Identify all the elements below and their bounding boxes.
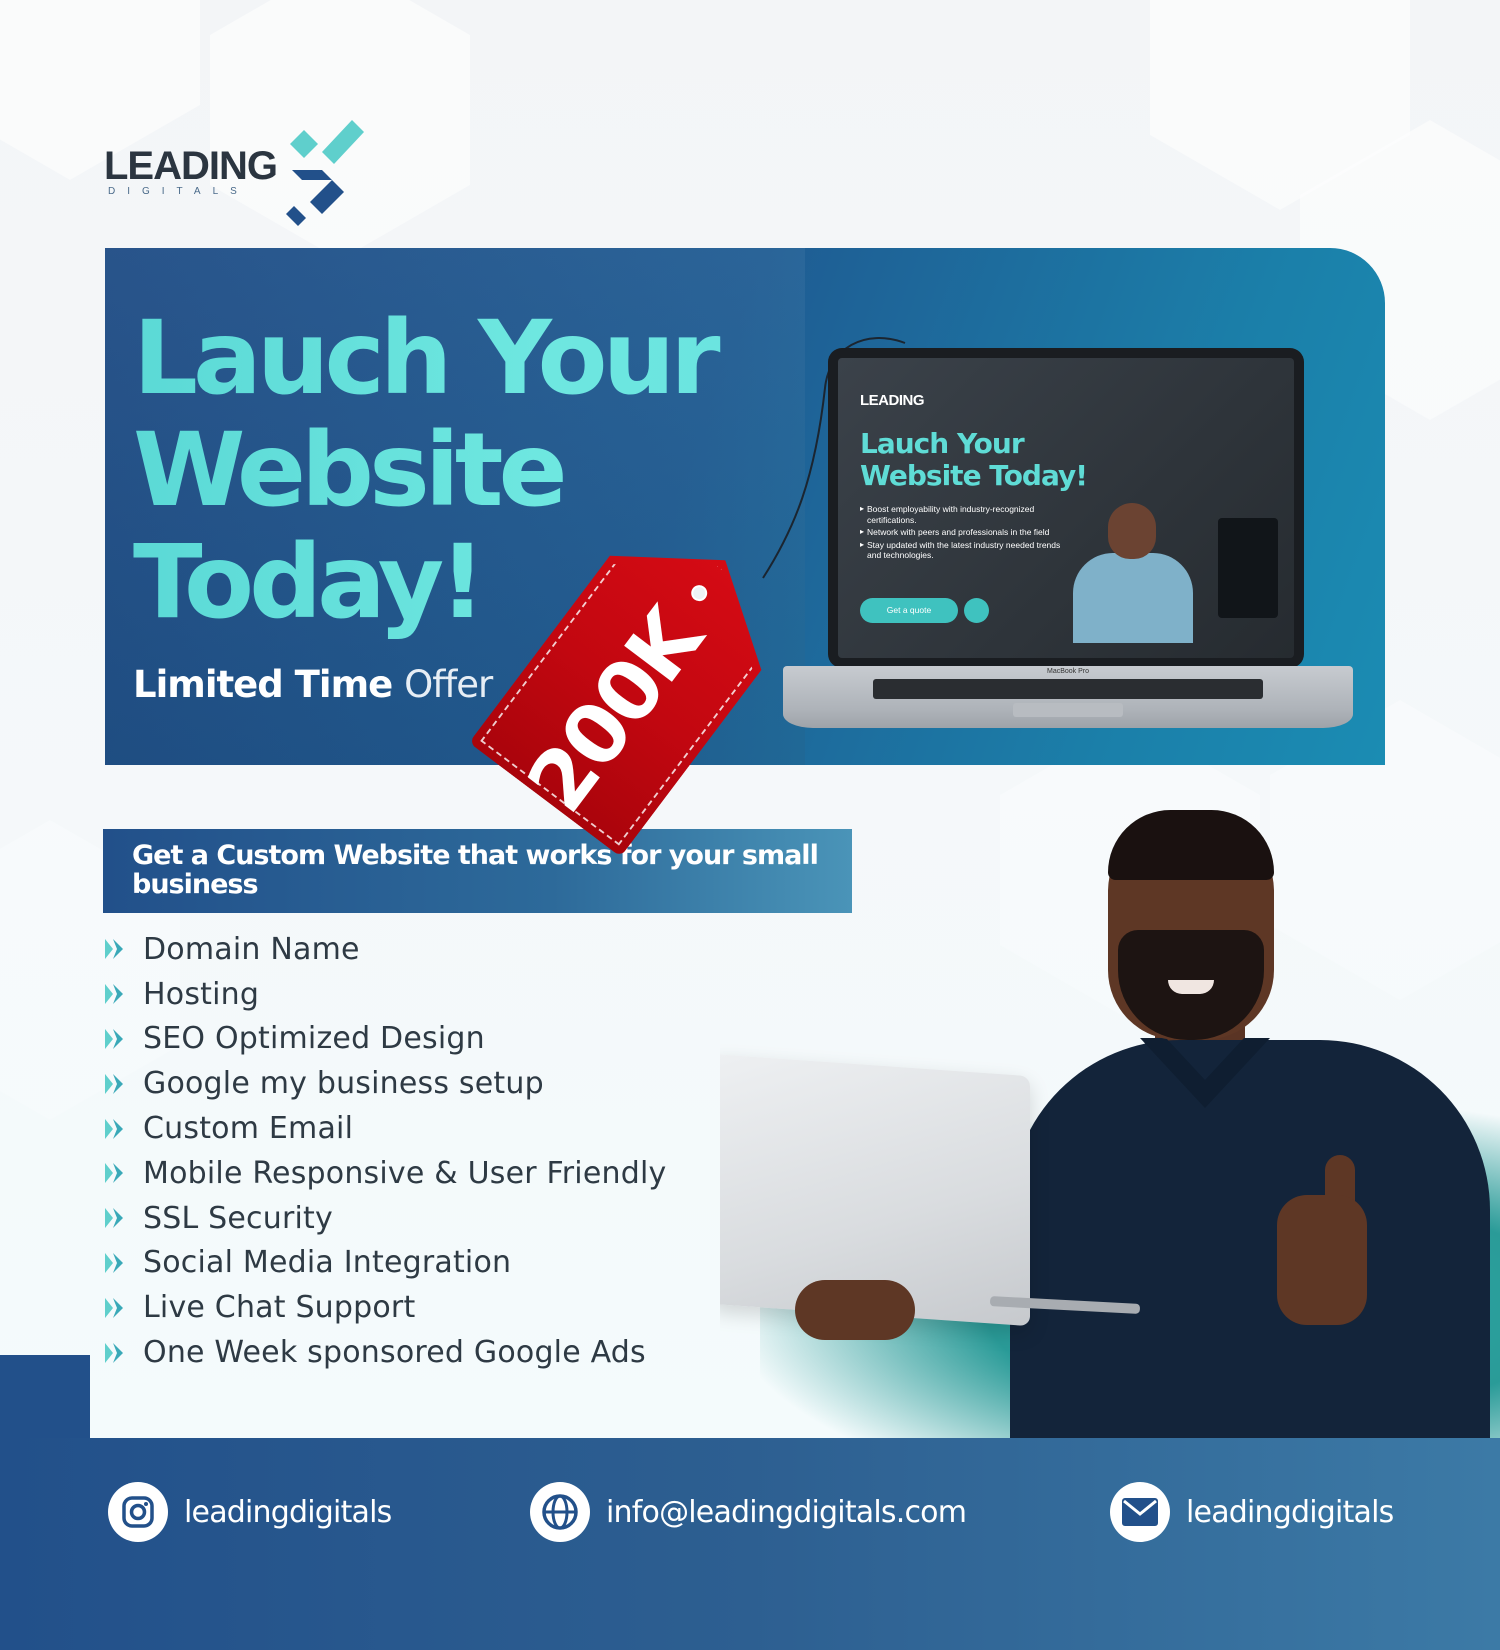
- laptop-trackpad: [1013, 703, 1123, 717]
- screen-circle-button[interactable]: [964, 598, 989, 623]
- brand-logo[interactable]: LEADING DIGITALS: [104, 108, 374, 228]
- chevron-right-icon: [103, 1161, 125, 1185]
- screen-logo: LEADING: [860, 392, 925, 409]
- offer-soft: Offer: [404, 663, 493, 706]
- contact-website[interactable]: info@leadingdigitals.com: [530, 1482, 967, 1542]
- feature-item: Domain Name: [103, 927, 743, 972]
- instagram-icon: [108, 1482, 168, 1542]
- laptop-screen: LEADING Lauch Your Website Today! Boost …: [838, 358, 1294, 658]
- screen-bullet: Stay updated with the latest industry ne…: [860, 540, 1075, 561]
- subheading-bar: Get a Custom Website that works for your…: [103, 829, 852, 913]
- chevron-right-icon: [103, 1027, 125, 1051]
- chevron-right-icon: [103, 1296, 125, 1320]
- screen-bullet: Network with peers and professionals in …: [860, 527, 1075, 538]
- feature-item: SEO Optimized Design: [103, 1017, 743, 1062]
- laptop-mockup: LEADING Lauch Your Website Today! Boost …: [783, 348, 1353, 738]
- feature-item: Live Chat Support: [103, 1285, 743, 1330]
- laptop-model: MacBook Pro: [1046, 668, 1090, 675]
- feature-item: Hosting: [103, 972, 743, 1017]
- website-email: info@leadingdigitals.com: [606, 1494, 967, 1530]
- chevron-right-icon: [103, 1206, 125, 1230]
- screen-bullet: Boost employability with industry-recogn…: [860, 504, 1075, 525]
- globe-icon: [530, 1482, 590, 1542]
- screen-bullets: Boost employability with industry-recogn…: [860, 504, 1075, 563]
- feature-item: Social Media Integration: [103, 1241, 743, 1286]
- features-list: Domain Name Hosting SEO Optimized Design…: [103, 927, 743, 1375]
- instagram-handle: leadingdigitals: [184, 1494, 392, 1530]
- email-handle: leadingdigitals: [1186, 1494, 1394, 1530]
- chevron-right-icon: [103, 1251, 125, 1275]
- brand-sub: DIGITALS: [108, 186, 249, 197]
- footer-bar: [0, 1438, 1500, 1650]
- feature-item: Google my business setup: [103, 1061, 743, 1106]
- chevron-right-icon: [103, 937, 125, 961]
- screen-title: Lauch Your Website Today!: [860, 427, 1088, 492]
- subheading-text: Get a Custom Website that works for your…: [132, 840, 819, 900]
- feature-item: Custom Email: [103, 1106, 743, 1151]
- get-quote-button[interactable]: Get a quote: [860, 598, 958, 623]
- feature-item: SSL Security: [103, 1196, 743, 1241]
- screen-person-image: [1068, 503, 1198, 643]
- offer-text: Limited Time Offer: [133, 663, 493, 706]
- screen-monitor-image: [1218, 518, 1278, 618]
- feature-item: One Week sponsored Google Ads: [103, 1330, 743, 1375]
- laptop-keyboard: [873, 679, 1263, 699]
- chevron-right-icon: [103, 1117, 125, 1141]
- contact-instagram[interactable]: leadingdigitals: [108, 1482, 392, 1542]
- offer-main: Limited Time: [133, 663, 393, 706]
- brand-name: LEADING: [104, 144, 278, 188]
- contact-email[interactable]: leadingdigitals: [1110, 1482, 1394, 1542]
- mail-icon: [1110, 1482, 1170, 1542]
- chevron-right-icon: [103, 1341, 125, 1365]
- chevron-right-icon: [103, 982, 125, 1006]
- logo-mark-icon: [286, 120, 364, 226]
- feature-item: Mobile Responsive & User Friendly: [103, 1151, 743, 1196]
- chevron-right-icon: [103, 1072, 125, 1096]
